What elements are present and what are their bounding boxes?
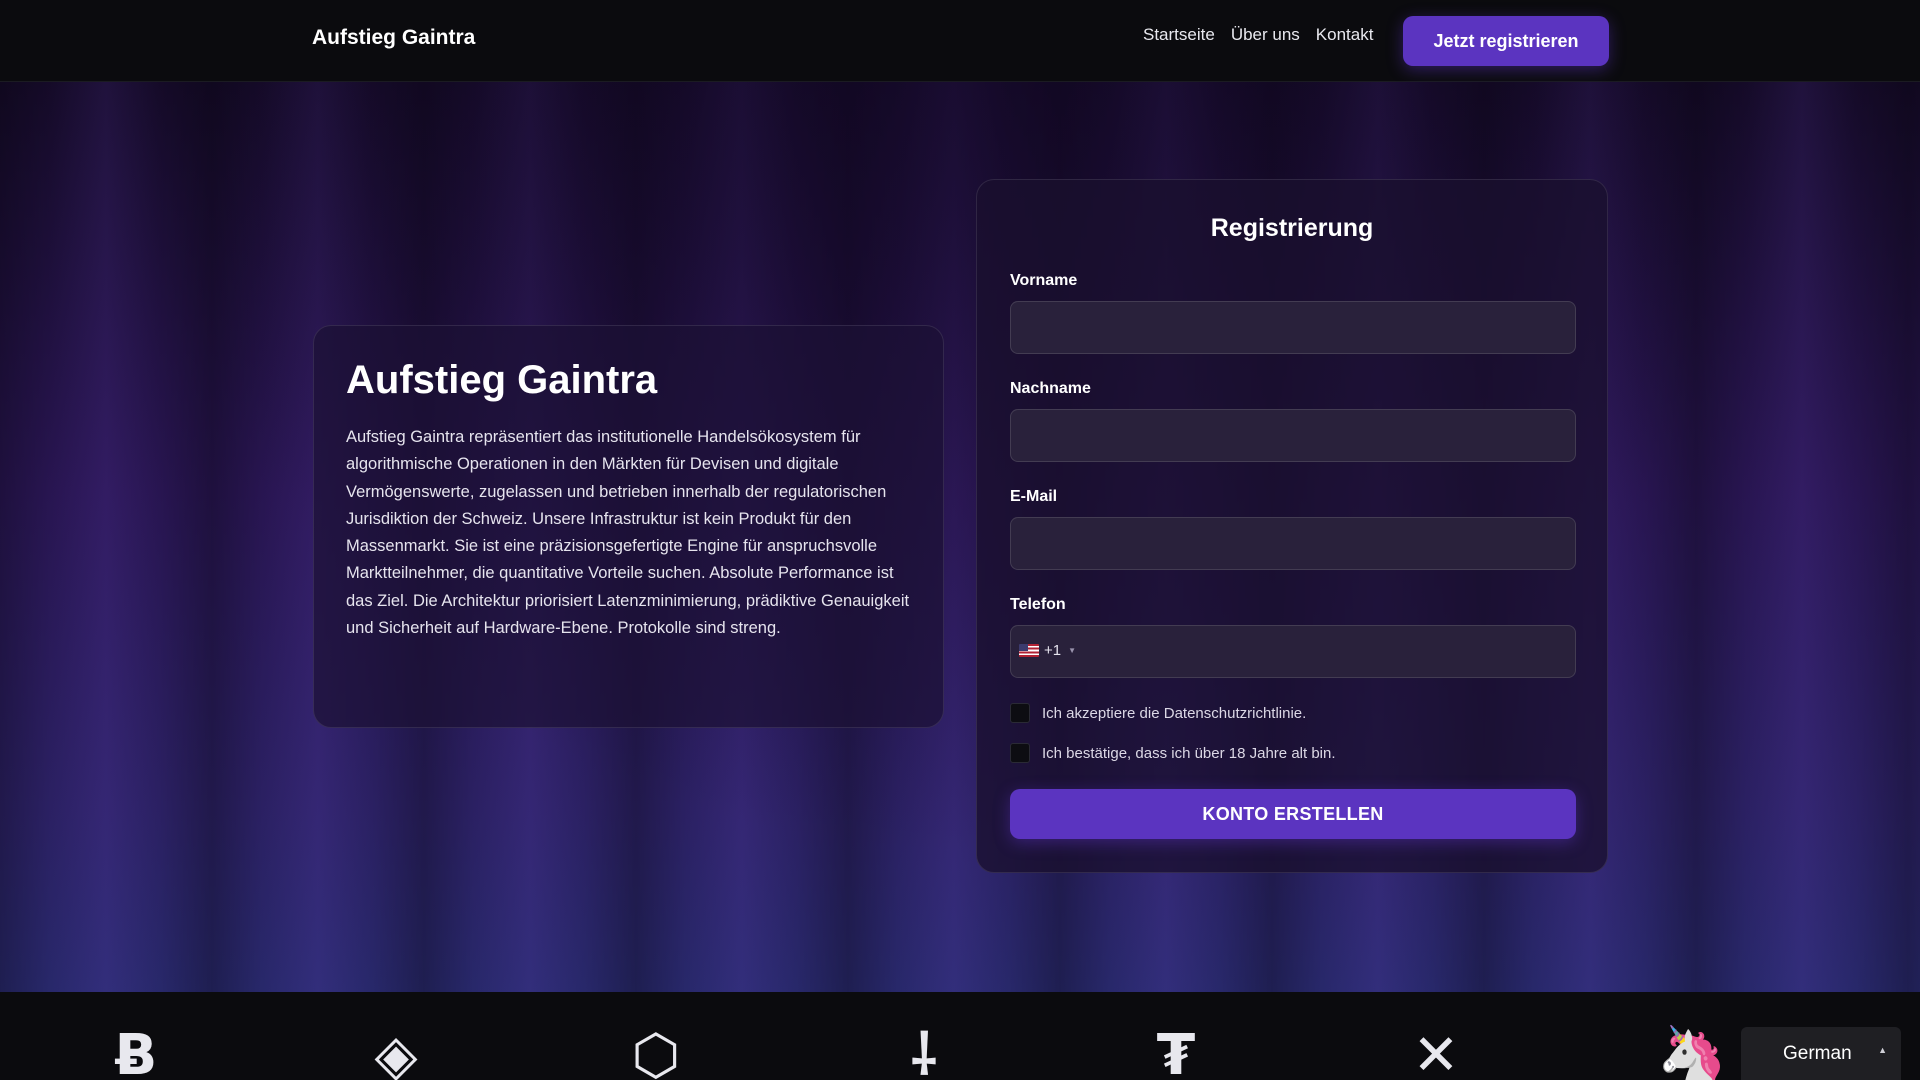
last-name-label: Nachname [1010, 380, 1091, 397]
phone-input[interactable] [1089, 626, 1569, 677]
privacy-checkbox[interactable] [1010, 703, 1030, 723]
hero-section [0, 82, 1920, 992]
country-code-selector[interactable]: +1 ▼ [1019, 642, 1076, 659]
form-title: Registrierung [1210, 214, 1374, 242]
registration-form: Registrierung Vorname Nachname E-Mail Te… [976, 179, 1608, 873]
binance-icon: ◈ [374, 1023, 418, 1080]
age-checkbox[interactable] [1010, 743, 1030, 763]
nav-link-about[interactable]: Über uns [1231, 25, 1300, 45]
country-code: +1 [1044, 642, 1062, 659]
nav-link-contact[interactable]: Kontakt [1316, 25, 1374, 45]
nav-link-home[interactable]: Startseite [1143, 25, 1215, 45]
last-name-input[interactable] [1010, 409, 1576, 462]
chevron-down-icon: ▼ [1068, 646, 1077, 655]
uniswap-icon: 🦄 [1657, 1023, 1727, 1080]
us-flag-icon [1019, 644, 1039, 657]
chainlink-icon: ⬡ [631, 1023, 681, 1080]
age-consent-row: Ich bestätige, dass ich über 18 Jahre al… [1010, 743, 1336, 763]
info-card: Aufstieg Gaintra Aufstieg Gaintra repräs… [313, 325, 944, 728]
xrp-icon: ✕ [1412, 1023, 1460, 1080]
crypto-logo-strip: Ƀ ◈ ⬡ ⸸ ₮ ✕ 🦄 [0, 992, 1920, 1080]
bitcoin-icon: Ƀ [114, 1023, 158, 1080]
age-checkbox-label[interactable]: Ich bestätige, dass ich über 18 Jahre al… [1042, 745, 1336, 762]
solana-like-icon: ⸸ [910, 1023, 938, 1080]
create-account-button[interactable]: KONTO ERSTELLEN [1010, 789, 1576, 839]
top-navbar: Aufstieg Gaintra Startseite Über uns Kon… [0, 0, 1920, 82]
language-current: German [1783, 1042, 1852, 1064]
email-label: E-Mail [1010, 488, 1058, 505]
tether-icon: ₮ [1156, 1023, 1196, 1080]
first-name-label: Vorname [1010, 272, 1078, 289]
phone-label: Telefon [1010, 596, 1066, 613]
email-input[interactable] [1010, 517, 1576, 570]
chevron-up-icon: ▲ [1878, 1045, 1887, 1055]
main-nav: Startseite Über uns Kontakt [1143, 25, 1373, 45]
brand-logo-text[interactable]: Aufstieg Gaintra [312, 26, 475, 50]
phone-field: +1 ▼ [1010, 625, 1576, 678]
first-name-input[interactable] [1010, 301, 1576, 354]
privacy-checkbox-label[interactable]: Ich akzeptiere die Datenschutzrichtlinie… [1042, 705, 1306, 722]
privacy-consent-row: Ich akzeptiere die Datenschutzrichtlinie… [1010, 703, 1306, 723]
info-title: Aufstieg Gaintra [346, 358, 658, 402]
register-now-button[interactable]: Jetzt registrieren [1403, 16, 1609, 66]
language-selector[interactable]: German ▲ [1741, 1027, 1901, 1080]
info-description: Aufstieg Gaintra repräsentiert das insti… [346, 428, 910, 638]
